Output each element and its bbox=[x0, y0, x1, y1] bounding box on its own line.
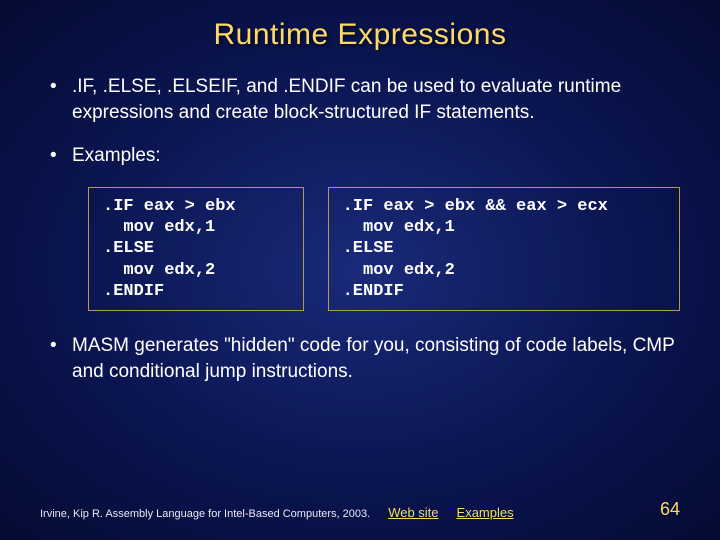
slide-title: Runtime Expressions bbox=[40, 18, 680, 52]
footer-citation: Irvine, Kip R. Assembly Language for Int… bbox=[40, 508, 370, 520]
bullet-list: MASM generates "hidden" code for you, co… bbox=[50, 333, 680, 384]
code-examples-row: .IF eax > ebx mov edx,1 .ELSE mov edx,2 … bbox=[88, 187, 680, 311]
footer-link-examples[interactable]: Examples bbox=[457, 505, 514, 520]
bullet-item: MASM generates "hidden" code for you, co… bbox=[50, 333, 680, 384]
code-example-left: .IF eax > ebx mov edx,1 .ELSE mov edx,2 … bbox=[88, 187, 304, 311]
bullet-item: Examples: bbox=[50, 143, 680, 169]
bullet-list: .IF, .ELSE, .ELSEIF, and .ENDIF can be u… bbox=[50, 74, 680, 169]
bullet-item: .IF, .ELSE, .ELSEIF, and .ENDIF can be u… bbox=[50, 74, 680, 125]
code-example-right: .IF eax > ebx && eax > ecx mov edx,1 .EL… bbox=[328, 187, 680, 311]
slide: Runtime Expressions .IF, .ELSE, .ELSEIF,… bbox=[0, 0, 720, 540]
footer-link-website[interactable]: Web site bbox=[388, 505, 438, 520]
page-number: 64 bbox=[660, 499, 680, 520]
footer-left: Irvine, Kip R. Assembly Language for Int… bbox=[40, 505, 514, 520]
slide-footer: Irvine, Kip R. Assembly Language for Int… bbox=[40, 499, 680, 520]
